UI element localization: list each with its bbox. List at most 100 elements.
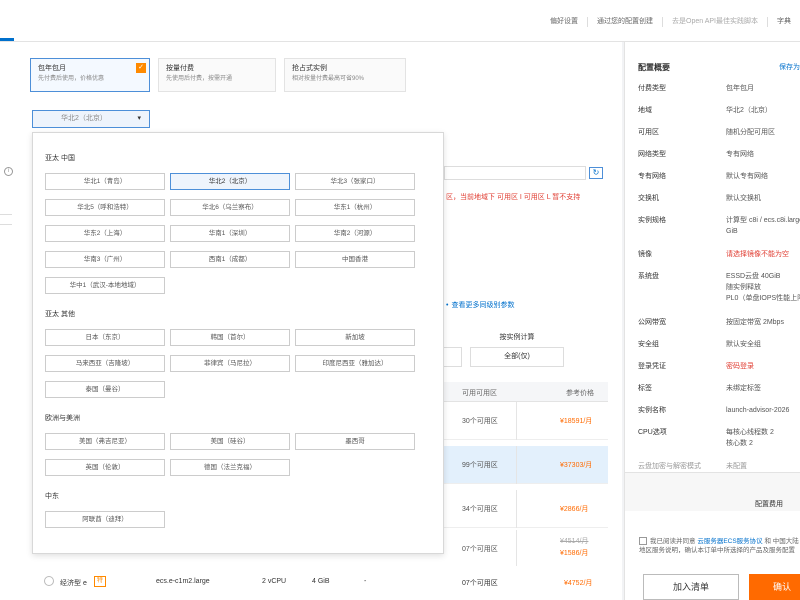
region-option[interactable]: 华东2（上海） — [45, 225, 165, 242]
summary-title: 配置概要 — [638, 63, 670, 72]
row-zones: 07个可用区 — [462, 546, 498, 553]
billing-card-spot[interactable]: 抢占式实例 相对按量付费最高可省90% — [284, 58, 406, 92]
table-row[interactable]: 34个可用区 ¥2866/月 — [442, 490, 608, 528]
region-option[interactable]: 华北5（呼和浩特） — [45, 199, 165, 216]
region-option[interactable]: 华南2（河源） — [295, 225, 415, 242]
billing-card-payg[interactable]: 按量付费 先使用后付费，按需开通 — [158, 58, 276, 92]
group-label-middle-east: 中东 — [45, 493, 59, 500]
billing-card-desc: 相对按量付费最高可省90% — [292, 76, 365, 82]
dictionary-link[interactable]: 字典 — [767, 17, 800, 27]
row-price: ¥37303/月 — [560, 462, 593, 469]
zone-input[interactable] — [444, 166, 586, 180]
selected-check-icon: ✓ — [136, 63, 146, 73]
region-option[interactable]: 美国（弗吉尼亚） — [45, 433, 165, 450]
region-select-value: 华北2（北京） — [61, 115, 107, 122]
summary-value: 默认专有网络 — [726, 173, 768, 180]
region-select[interactable]: 华北2（北京） ▾ — [32, 110, 150, 128]
summary-key: 付费类型 — [638, 85, 666, 92]
region-option[interactable]: 英国（伦敦） — [45, 459, 165, 476]
info-icon[interactable]: i — [4, 167, 13, 176]
region-option[interactable]: 墨西哥 — [295, 433, 415, 450]
add-to-list-button[interactable]: 加入清单 — [643, 574, 739, 600]
region-option[interactable]: 华东1（杭州） — [295, 199, 415, 216]
region-option-selected[interactable]: 华北2（北京） — [170, 173, 290, 190]
summary-value: 未配置 — [726, 463, 747, 470]
summary-key: 标签 — [638, 385, 652, 392]
agreement: 我已阅读并同意 云服务器ECS服务协议 和 中国大陆地区服务说明，确认本订单中所… — [639, 537, 800, 555]
summary-key: 实例规格 — [638, 217, 666, 224]
region-option[interactable]: 新加坡 — [295, 329, 415, 346]
summary-value-line2: GiB — [726, 228, 738, 235]
row-price: ¥1586/月 — [560, 550, 589, 557]
refresh-icon[interactable]: ↻ — [589, 167, 603, 179]
agreement-checkbox[interactable] — [639, 537, 647, 546]
chevron-down-icon: ▾ — [137, 115, 141, 122]
billing-card-desc: 先使用后付费，按需开通 — [166, 76, 233, 82]
region-option[interactable]: 德国（法兰克福） — [170, 459, 290, 476]
region-option[interactable]: 马来西亚（吉隆坡） — [45, 355, 165, 372]
section-divider — [0, 224, 12, 225]
table-row[interactable]: 99个可用区 ¥37303/月 — [442, 446, 608, 484]
region-option[interactable]: 华中1（武汉-本地地域） — [45, 277, 165, 294]
summary-value-line3: PL0（单盘IOPS性能上限） — [726, 295, 800, 302]
region-dropdown: 亚太 中国 华北1（青岛） 华北2（北京） 华北3（张家口） 华北5（呼和浩特）… — [32, 132, 444, 554]
column-separator — [516, 446, 517, 484]
billing-filter-select[interactable]: 全部(仅) — [470, 347, 564, 367]
region-option[interactable]: 华北3（张家口） — [295, 173, 415, 190]
save-as-link[interactable]: 保存为 — [779, 62, 800, 72]
summary-key: 交换机 — [638, 195, 659, 202]
preferences-link[interactable]: 偏好设置 — [541, 17, 587, 27]
price-column-header: 参考价格 — [566, 390, 594, 397]
region-option[interactable]: 韩国（首尔） — [170, 329, 290, 346]
billing-card-desc: 先付费后使用，价格优惠 — [38, 76, 105, 82]
region-option[interactable]: 华南1（深圳） — [170, 225, 290, 242]
openapi-script-link[interactable]: 去是Open API最佳实践脚本 — [662, 17, 767, 27]
summary-value: 未绑定标签 — [726, 385, 761, 392]
summary-value: 按固定带宽 2Mbps — [726, 319, 784, 326]
row-radio[interactable] — [44, 576, 54, 586]
row-price: ¥4752/月 — [564, 580, 593, 587]
row-cpu: 2 vCPU — [262, 578, 287, 585]
zones-column-header: 可用可用区 — [462, 390, 497, 397]
summary-key: 专有网络 — [638, 173, 666, 180]
summary-key: 镜像 — [638, 251, 652, 258]
region-option[interactable]: 菲律宾（马尼拉） — [170, 355, 290, 372]
row-dash: - — [364, 578, 367, 585]
region-option[interactable]: 阿联酋（迪拜） — [45, 511, 165, 528]
column-separator — [516, 490, 517, 528]
region-option[interactable]: 华北1（青岛） — [45, 173, 165, 190]
agreement-link[interactable]: 云服务器ECS服务协议 — [697, 538, 762, 545]
summary-key: 登录凭证 — [638, 363, 666, 370]
table-row[interactable]: 30个可用区 ¥18591/月 — [442, 402, 608, 440]
region-option[interactable]: 华北6（乌兰察布） — [170, 199, 290, 216]
column-separator — [516, 530, 517, 568]
row-price: ¥18591/月 — [560, 418, 593, 425]
more-params-link[interactable]: • 查看更多同级别参数 — [446, 300, 514, 310]
summary-value: 华北2（北京） — [726, 107, 772, 114]
row-spec: ecs.e-c1m2.large — [156, 578, 210, 585]
top-links: 偏好设置 通过您的配置创建 去是Open API最佳实践脚本 字典 — [541, 17, 800, 27]
region-option[interactable]: 美国（硅谷） — [170, 433, 290, 450]
summary-key: 可用区 — [638, 129, 659, 136]
row-zones: 07个可用区 — [462, 580, 498, 587]
region-option[interactable]: 泰国（曼谷） — [45, 381, 165, 398]
more-params-label: 查看更多同级别参数 — [451, 302, 515, 309]
section-divider — [0, 214, 12, 215]
group-label-apac: 亚太 其他 — [45, 311, 75, 318]
summary-value: 默认安全组 — [726, 341, 761, 348]
confirm-order-button[interactable]: 确认 — [749, 574, 800, 600]
region-option[interactable]: 日本（东京） — [45, 329, 165, 346]
region-option[interactable]: 华南3（广州） — [45, 251, 165, 268]
billing-card-subscription[interactable]: 包年包月 先付费后使用，价格优惠 ✓ — [30, 58, 150, 92]
table-row[interactable]: 07个可用区 ¥4514/月 ¥1586/月 — [442, 530, 608, 568]
table-row[interactable]: 经济型 e 特 ecs.e-c1m2.large 2 vCPU 4 GiB - … — [30, 566, 610, 600]
region-option[interactable]: 中国香港 — [295, 251, 415, 268]
create-from-config-link[interactable]: 通过您的配置创建 — [587, 17, 662, 27]
region-option[interactable]: 印度尼西亚（雅加达） — [295, 355, 415, 372]
summary-value: 计算型 c8i / ecs.c8i.large — [726, 217, 800, 224]
row-family: 经济型 e — [60, 580, 87, 587]
column-separator — [516, 402, 517, 440]
summary-value-error: 请选择镜像不能为空 — [726, 251, 789, 258]
summary-value-line2: 随实例释放 — [726, 284, 761, 291]
region-option[interactable]: 西南1（成都） — [170, 251, 290, 268]
